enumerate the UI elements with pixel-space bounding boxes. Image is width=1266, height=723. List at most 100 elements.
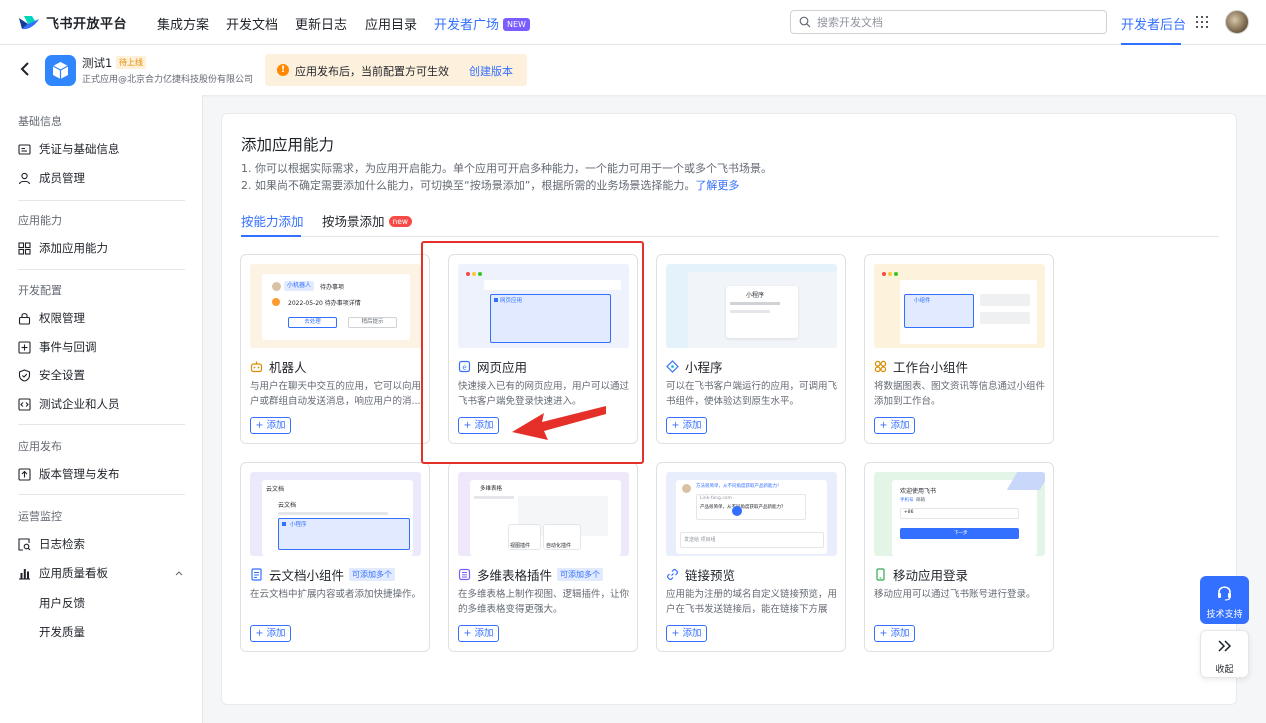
log-search-icon [18, 537, 31, 551]
sidebar-subitem-feedback[interactable]: 用户反馈 [39, 595, 85, 611]
card-desc: 在云文档中扩展内容或者添加快捷操作。 [250, 589, 422, 600]
sidebar-divider [18, 424, 185, 425]
mini-preview-title: 小程序 [746, 292, 765, 299]
add-base-plugin-button[interactable]: + 添加 [458, 625, 499, 642]
create-version-link[interactable]: 创建版本 [469, 63, 513, 79]
nav-item-changelog[interactable]: 更新日志 [295, 14, 347, 33]
notice-text: 应用发布后，当前配置方可生效 [295, 65, 449, 78]
capability-card-mini-program[interactable]: 小程序 小程序 可以在飞书客户端运行的应用，可调用飞书组件，使体验达到原生水平。… [656, 254, 846, 444]
search-input[interactable] [817, 13, 1097, 31]
sidebar-item-label: 版本管理与发布 [39, 467, 120, 481]
doc-preview-item: 小程序 [290, 522, 307, 528]
base-preview-btn: 自动化插件 [546, 543, 572, 549]
brand-logo[interactable]: 飞书开放平台 [18, 13, 127, 32]
capability-card-doc-widget[interactable]: 云文档 云文档 小程序 云文档小组件 可添加多个 在云文档中扩展内容或者添加快捷… [240, 462, 430, 652]
collapse-button[interactable]: 收起 [1200, 630, 1249, 678]
search-box[interactable] [790, 10, 1107, 34]
capability-card-mobile-login[interactable]: 欢迎使用飞书 手机号 邮箱 +86 下一步 移动应用登录 移动应用可以通过飞书账… [864, 462, 1054, 652]
sidebar-item-label: 权限管理 [39, 311, 85, 325]
robot-icon [250, 361, 263, 373]
doc-widget-preview: 云文档 云文档 小程序 [250, 472, 421, 556]
bot-preview-tag: 小机器人 [284, 281, 315, 291]
sidebar-subitem-dev-quality[interactable]: 开发质量 [39, 624, 85, 640]
learn-more-link[interactable]: 了解更多 [695, 179, 739, 192]
nav-item-docs[interactable]: 开发文档 [226, 14, 278, 33]
sidebar-section-release: 应用发布 [18, 440, 62, 453]
sidebar-item-credentials[interactable]: 凭证与基础信息 [18, 139, 120, 159]
nav-item-solutions[interactable]: 集成方案 [157, 14, 209, 33]
add-doc-widget-button[interactable]: + 添加 [250, 625, 291, 642]
sidebar: 基础信息 凭证与基础信息 成员管理 应用能力 添加应用能力 开发配置 权限管理 … [0, 95, 203, 723]
sidebar-item-events[interactable]: 事件与回调 [18, 337, 97, 357]
sidebar-item-test-tenant[interactable]: 测试企业和人员 [18, 394, 120, 414]
login-preview-title: 欢迎使用飞书 [900, 488, 937, 495]
card-title: 云文档小组件 可添加多个 [250, 565, 396, 584]
capability-card-base-plugin[interactable]: 多维表格 视图插件 自动化插件 多维表格插件 可添加多个 在多维表格上制作视图、… [448, 462, 638, 652]
red-arrow-annotation [512, 406, 606, 440]
dev-backend-link[interactable]: 开发者后台 [1121, 14, 1186, 33]
app-status-badge: 待上线 [116, 56, 146, 69]
headset-icon [1218, 586, 1231, 601]
sidebar-item-quality-dashboard[interactable]: 应用质量看板 [18, 563, 108, 583]
base-plugin-preview: 多维表格 视图插件 自动化插件 [458, 472, 629, 556]
sidebar-item-label: 日志检索 [39, 537, 85, 551]
card-title: 链接预览 [666, 565, 735, 584]
link-preview-msg: 方法很简单，从不同角度获取产品新能力！ [696, 484, 782, 489]
card-desc: 移动应用可以通过飞书账号进行登录。 [874, 589, 1036, 600]
publish-notice: ! 应用发布后，当前配置方可生效 创建版本 [265, 54, 527, 86]
card-name: 链接预览 [685, 568, 736, 583]
capability-card-bot[interactable]: 小机器人 待办事项 2022-05-20 待办事项详情 去处理 稍后提示 机器人… [240, 254, 430, 444]
brand-name: 飞书开放平台 [46, 17, 128, 32]
add-link-preview-button[interactable]: + 添加 [666, 625, 707, 642]
card-desc: 应用能为注册的域名自定义链接预览，用户在飞书发送链接后，能在链接下方展示... [666, 589, 838, 615]
sidebar-item-logs[interactable]: 日志检索 [18, 534, 85, 554]
mobile-login-preview: 欢迎使用飞书 手机号 邮箱 +86 下一步 [874, 472, 1045, 556]
feishu-logo-icon [18, 15, 40, 31]
tech-support-label: 技术支持 [1206, 610, 1243, 620]
warning-icon: ! [277, 64, 289, 76]
new-badge: NEW [503, 18, 530, 31]
sidebar-item-versions[interactable]: 版本管理与发布 [18, 464, 120, 484]
sidebar-divider [18, 200, 185, 201]
event-icon [18, 340, 31, 354]
tab-by-scenario[interactable]: 按场景添加 new [322, 211, 413, 230]
doc-widget-icon [251, 568, 262, 581]
capability-card-workplace-widget[interactable]: 小组件 工作台小组件 将数据图表、图文资讯等信息通过小组件添加到工作台。 + 添… [864, 254, 1054, 444]
user-avatar[interactable] [1225, 10, 1249, 34]
tab-by-capability[interactable]: 按能力添加 [241, 211, 304, 230]
link-preview-input: 发送给 项目组 [684, 537, 716, 543]
tabs-divider [241, 236, 1219, 237]
apps-grid-icon[interactable] [1196, 16, 1208, 28]
login-preview-btn: 下一步 [954, 531, 968, 536]
double-chevron-right-icon [1218, 640, 1232, 652]
sidebar-item-permissions[interactable]: 权限管理 [18, 308, 85, 328]
base-preview-btn: 视图插件 [510, 543, 531, 549]
add-widget-button[interactable]: + 添加 [874, 417, 915, 434]
sidebar-item-security[interactable]: 安全设置 [18, 365, 85, 385]
nav-item-dev-square[interactable]: 开发者广场 NEW [434, 14, 530, 33]
card-title: 工作台小组件 [874, 357, 968, 376]
login-preview-tab: 手机号 [900, 498, 914, 503]
login-preview-tab: 邮箱 [916, 498, 925, 503]
capability-card-link-preview[interactable]: 方法很简单，从不同角度获取产品新能力！ Link-fang.com 产品很简单，… [656, 462, 846, 652]
sidebar-item-members[interactable]: 成员管理 [18, 168, 85, 188]
chevron-up-icon[interactable] [175, 569, 183, 577]
add-mobile-login-button[interactable]: + 添加 [874, 625, 915, 642]
id-card-icon [18, 143, 31, 155]
sidebar-section-basic: 基础信息 [18, 115, 62, 128]
sidebar-item-label: 添加应用能力 [39, 241, 108, 255]
sidebar-divider [18, 269, 185, 270]
sidebar-divider [18, 494, 185, 495]
card-title: 移动应用登录 [874, 565, 968, 584]
base-preview-header: 多维表格 [480, 486, 503, 492]
tech-support-button[interactable]: 技术支持 [1200, 576, 1249, 624]
back-arrow-icon[interactable] [20, 61, 30, 77]
add-bot-button[interactable]: + 添加 [250, 417, 291, 434]
app-name: 测试1 [82, 56, 113, 70]
page-desc-2-text: 2. 如果尚不确定需要添加什么能力，可切换至“按场景添加”，根据所需的业务场景选… [241, 179, 696, 192]
nav-item-app-directory[interactable]: 应用目录 [365, 14, 417, 33]
add-mini-program-button[interactable]: + 添加 [666, 417, 707, 434]
card-desc: 可以在飞书客户端运行的应用，可调用飞书组件，使体验达到原生水平。 [666, 381, 838, 407]
tab-label: 按场景添加 [322, 214, 385, 229]
sidebar-item-add-capability[interactable]: 添加应用能力 [18, 238, 108, 258]
